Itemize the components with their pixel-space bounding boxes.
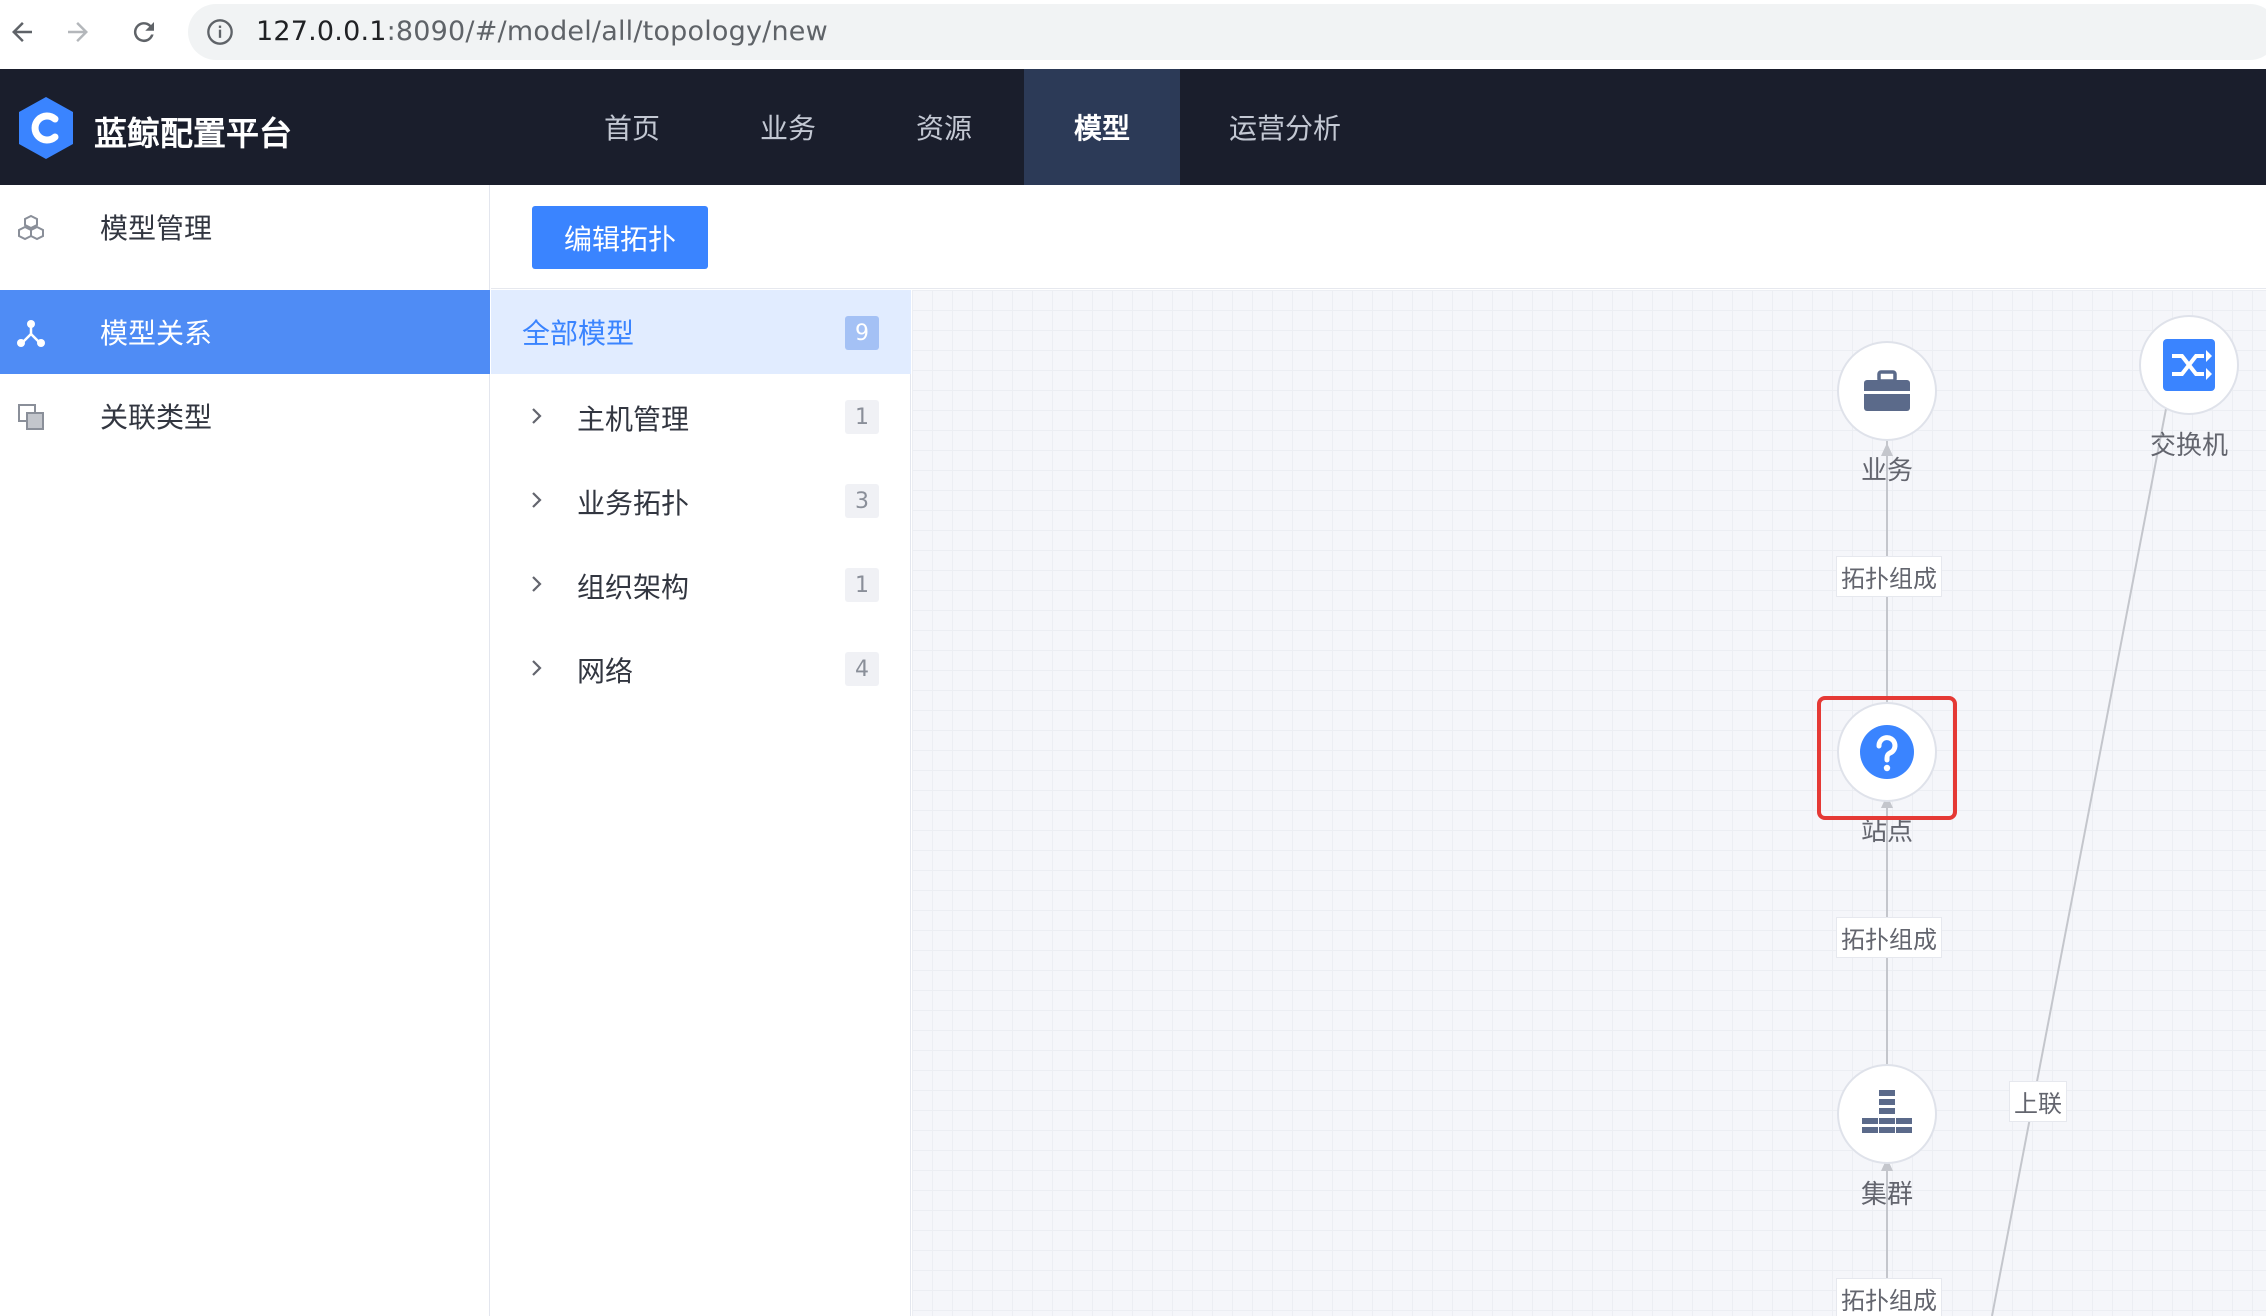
topology-edges xyxy=(912,290,2266,1316)
topology-node-business[interactable] xyxy=(1837,341,1937,441)
top-nav-home[interactable]: 首页 xyxy=(574,69,690,185)
group-item-organization[interactable]: 组织架构 1 xyxy=(491,542,911,626)
cubes-icon xyxy=(16,213,46,243)
sidebar: 模型管理 模型关系 关联类型 xyxy=(0,185,490,1316)
sidebar-item-label: 模型关系 xyxy=(100,312,212,352)
sidebar-item-label: 模型管理 xyxy=(100,207,212,247)
count-badge: 1 xyxy=(845,400,879,434)
app-name[interactable]: 蓝鲸配置平台 xyxy=(94,107,292,155)
group-label: 主机管理 xyxy=(577,398,689,438)
association-icon xyxy=(16,402,46,432)
sidebar-item-label: 关联类型 xyxy=(100,396,212,436)
switch-icon xyxy=(2162,338,2216,392)
group-label: 业务拓扑 xyxy=(577,482,689,522)
sidebar-item-model-relation[interactable]: 模型关系 xyxy=(0,290,490,374)
relation-icon xyxy=(16,318,46,348)
group-item-host-management[interactable]: 主机管理 1 xyxy=(491,374,911,458)
topology-node-cluster[interactable] xyxy=(1837,1064,1937,1164)
edit-topology-button[interactable]: 编辑拓扑 xyxy=(532,206,708,269)
topology-node-switch[interactable] xyxy=(2139,315,2239,415)
group-label: 组织架构 xyxy=(577,566,689,606)
all-models-label: 全部模型 xyxy=(522,312,634,352)
count-badge: 1 xyxy=(845,568,879,602)
browser-toolbar: 127.0.0.1:8090/#/model/all/topology/new xyxy=(0,0,2266,69)
cluster-icon xyxy=(1859,1088,1915,1140)
url-path: :8090/#/model/all/topology/new xyxy=(387,16,828,47)
group-label: 网络 xyxy=(577,650,633,690)
all-models-item[interactable]: 全部模型 9 xyxy=(491,290,911,374)
edge-label[interactable]: 拓扑组成 xyxy=(1836,917,1942,958)
sidebar-item-model-management[interactable]: 模型管理 xyxy=(0,185,490,269)
top-nav-model[interactable]: 模型 xyxy=(1024,69,1180,185)
edge-label[interactable]: 拓扑组成 xyxy=(1836,1278,1942,1316)
edge-label[interactable]: 上联 xyxy=(2009,1081,2067,1122)
group-item-network[interactable]: 网络 4 xyxy=(491,626,911,710)
back-icon[interactable] xyxy=(0,10,44,54)
count-badge: 9 xyxy=(845,316,879,350)
logo-icon[interactable] xyxy=(16,95,76,161)
url-host: 127.0.0.1 xyxy=(256,16,387,47)
briefcase-icon xyxy=(1862,369,1912,413)
address-bar[interactable]: 127.0.0.1:8090/#/model/all/topology/new xyxy=(188,4,2266,60)
group-item-business-topology[interactable]: 业务拓扑 3 xyxy=(491,458,911,542)
edge-label[interactable]: 拓扑组成 xyxy=(1836,556,1942,597)
highlight-box xyxy=(1817,696,1957,820)
top-nav-business[interactable]: 业务 xyxy=(730,69,846,185)
node-label: 交换机 xyxy=(2109,425,2266,462)
topology-canvas[interactable]: 业务 站点 集群 交换机 xyxy=(912,290,2266,1316)
edge-line xyxy=(1992,388,2170,1316)
info-icon[interactable] xyxy=(206,18,234,46)
chevron-right-icon xyxy=(527,572,547,596)
top-nav-resource[interactable]: 资源 xyxy=(886,69,1002,185)
chevron-right-icon xyxy=(527,404,547,428)
chevron-right-icon xyxy=(527,656,547,680)
url-text[interactable]: 127.0.0.1:8090/#/model/all/topology/new xyxy=(256,16,828,47)
topology-toolbar: 编辑拓扑 xyxy=(491,185,2266,289)
model-group-panel: 全部模型 9 主机管理 1 业务拓扑 3 组织架构 1 网络 4 xyxy=(491,290,911,1316)
chevron-right-icon xyxy=(527,488,547,512)
forward-icon[interactable] xyxy=(56,10,100,54)
top-nav-analysis[interactable]: 运营分析 xyxy=(1210,69,1360,185)
node-label: 集群 xyxy=(1807,1174,1967,1211)
count-badge: 4 xyxy=(845,652,879,686)
app-header: 蓝鲸配置平台 首页 业务 资源 模型 运营分析 xyxy=(0,69,2266,185)
reload-icon[interactable] xyxy=(122,10,166,54)
sidebar-item-association-type[interactable]: 关联类型 xyxy=(0,374,490,458)
node-label: 业务 xyxy=(1807,450,1967,487)
count-badge: 3 xyxy=(845,484,879,518)
